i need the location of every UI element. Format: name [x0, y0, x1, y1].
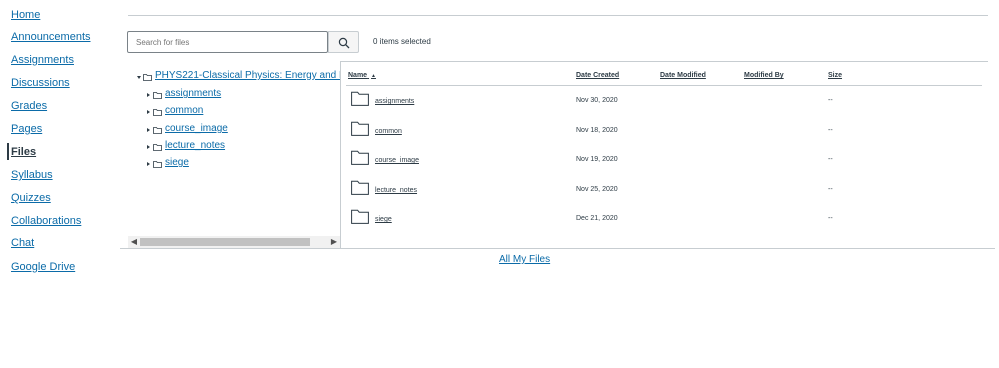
- nav-collaborations[interactable]: Collaborations: [11, 215, 81, 227]
- scrollbar-thumb[interactable]: [140, 238, 310, 246]
- nav-syllabus[interactable]: Syllabus: [11, 169, 53, 181]
- nav-chat[interactable]: Chat: [11, 237, 34, 249]
- selected-count: 0 items selected: [373, 37, 431, 46]
- search-files-input[interactable]: [127, 31, 328, 53]
- nav-quizzes[interactable]: Quizzes: [11, 192, 51, 204]
- file-name-link[interactable]: common: [375, 128, 402, 135]
- expand-triangle-icon[interactable]: [147, 93, 150, 97]
- collapse-triangle-icon[interactable]: [137, 76, 141, 79]
- folder-icon: [153, 109, 162, 116]
- expand-triangle-icon[interactable]: [147, 162, 150, 166]
- tree-item-label[interactable]: course_image: [165, 123, 228, 134]
- tree-item-label[interactable]: assignments: [165, 88, 221, 99]
- table-header-divider: [346, 85, 982, 86]
- header-divider: [128, 15, 988, 16]
- nav-google-drive[interactable]: Google Drive: [11, 261, 75, 273]
- nav-pages[interactable]: Pages: [11, 123, 42, 135]
- file-size: --: [828, 97, 833, 104]
- tree-horizontal-scrollbar[interactable]: ◀ ▶: [128, 236, 340, 248]
- table-top-divider: [340, 61, 988, 62]
- table-row[interactable]: common Nov 18, 2020 --: [346, 117, 982, 145]
- date-created: Nov 18, 2020: [576, 127, 618, 134]
- folder-icon: [351, 91, 369, 106]
- table-row[interactable]: siege Dec 21, 2020 --: [346, 205, 982, 233]
- column-header-size[interactable]: Size: [828, 72, 842, 79]
- file-name-link[interactable]: lecture_notes: [375, 187, 417, 194]
- active-nav-indicator: [7, 143, 9, 160]
- folder-icon: [351, 180, 369, 195]
- file-size: --: [828, 156, 833, 163]
- file-size: --: [828, 186, 833, 193]
- nav-discussions[interactable]: Discussions: [11, 77, 70, 89]
- panel-divider: [340, 62, 341, 248]
- folder-icon: [153, 127, 162, 134]
- tree-root[interactable]: PHYS221-Classical Physics: Energy and Fo: [128, 70, 340, 84]
- all-my-files-link[interactable]: All My Files: [499, 254, 550, 265]
- tree-item-label[interactable]: lecture_notes: [165, 140, 225, 151]
- folder-icon: [351, 121, 369, 136]
- folder-icon: [351, 209, 369, 224]
- expand-triangle-icon[interactable]: [147, 128, 150, 132]
- column-header-name-label: Name: [348, 72, 368, 79]
- column-header-name[interactable]: Name ▲: [348, 72, 376, 79]
- file-name-link[interactable]: course_image: [375, 157, 419, 164]
- folder-icon: [351, 150, 369, 165]
- tree-item-label[interactable]: common: [165, 105, 203, 116]
- expand-triangle-icon[interactable]: [147, 145, 150, 149]
- nav-grades[interactable]: Grades: [11, 100, 47, 112]
- search-icon: [338, 37, 350, 49]
- folder-tree: PHYS221-Classical Physics: Energy and Fo…: [128, 66, 340, 246]
- folder-icon: [153, 144, 162, 151]
- search-button[interactable]: [328, 31, 359, 53]
- sort-ascending-icon: ▲: [371, 73, 376, 79]
- table-row[interactable]: course_image Nov 19, 2020 --: [346, 146, 982, 174]
- date-created: Dec 21, 2020: [576, 215, 618, 222]
- column-header-modified-by[interactable]: Modified By: [744, 72, 784, 79]
- nav-files[interactable]: Files: [11, 146, 36, 158]
- folder-icon: [153, 92, 162, 99]
- nav-home[interactable]: Home: [11, 9, 40, 21]
- tree-item-label[interactable]: siege: [165, 157, 189, 168]
- course-navigation: Home Announcements Assignments Discussio…: [0, 0, 120, 368]
- file-name-link[interactable]: siege: [375, 216, 392, 223]
- scroll-right-icon[interactable]: ▶: [328, 236, 340, 248]
- file-size: --: [828, 215, 833, 222]
- table-row[interactable]: assignments Nov 30, 2020 --: [346, 87, 982, 115]
- date-created: Nov 25, 2020: [576, 186, 618, 193]
- date-created: Nov 30, 2020: [576, 97, 618, 104]
- column-header-date-modified[interactable]: Date Modified: [660, 72, 706, 79]
- tree-root-label[interactable]: PHYS221-Classical Physics: Energy and Fo: [155, 70, 340, 81]
- folder-icon: [153, 161, 162, 168]
- folder-icon: [143, 74, 152, 81]
- expand-triangle-icon[interactable]: [147, 110, 150, 114]
- date-created: Nov 19, 2020: [576, 156, 618, 163]
- file-name-link[interactable]: assignments: [375, 98, 414, 105]
- scroll-left-icon[interactable]: ◀: [128, 236, 140, 248]
- table-row[interactable]: lecture_notes Nov 25, 2020 --: [346, 176, 982, 204]
- file-size: --: [828, 127, 833, 134]
- nav-announcements[interactable]: Announcements: [11, 31, 91, 43]
- nav-assignments[interactable]: Assignments: [11, 54, 74, 66]
- column-header-date-created[interactable]: Date Created: [576, 72, 619, 79]
- footer-divider: [120, 248, 995, 249]
